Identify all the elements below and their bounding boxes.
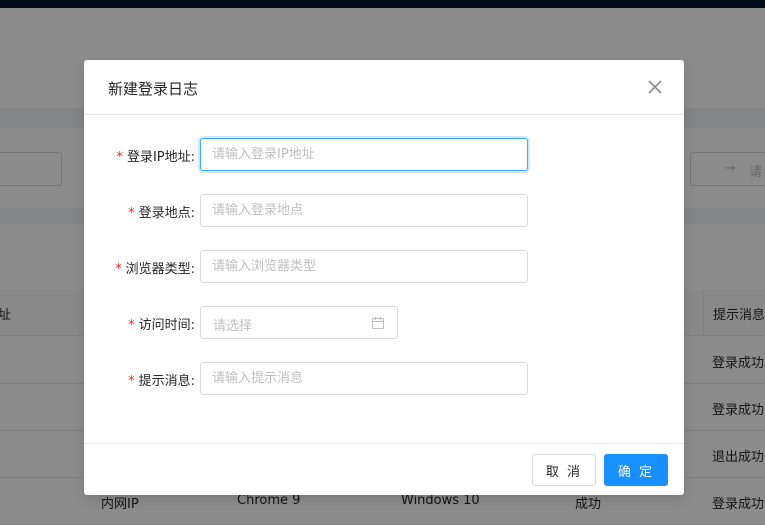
prompt-message-input[interactable] xyxy=(200,362,528,395)
browser-type-input[interactable] xyxy=(200,250,528,283)
close-icon xyxy=(648,80,662,94)
form-item-ip: * 登录IP地址: xyxy=(84,138,684,171)
required-mark: * xyxy=(128,206,135,221)
calendar-icon xyxy=(371,317,385,330)
date-placeholder: 请选择 xyxy=(213,319,253,334)
field-label-text: 登录IP地址: xyxy=(126,150,195,165)
field-label-text: 浏览器类型: xyxy=(125,262,195,277)
form-item-access-time: * 访问时间: 请选择 xyxy=(84,306,684,339)
access-time-picker[interactable]: 请选择 xyxy=(200,306,398,339)
create-login-log-modal: 新建登录日志 *登录IP地址: *登录地点: *浏览器类型: *访问时间: xyxy=(84,60,684,495)
field-label-ip: * 登录IP地址: xyxy=(116,146,195,165)
form-item-browser: * 浏览器类型: xyxy=(84,250,684,283)
field-label-access-time: * 访问时间: xyxy=(128,314,195,333)
form-item-location: * 登录地点: xyxy=(84,194,684,227)
required-mark: * xyxy=(115,262,122,277)
login-location-input[interactable] xyxy=(200,194,528,227)
required-mark: * xyxy=(128,318,135,333)
form-item-message: * 提示消息: xyxy=(84,362,684,395)
field-label-text: 访问时间: xyxy=(138,318,195,333)
close-button[interactable] xyxy=(644,76,666,98)
field-label-location: * 登录地点: xyxy=(128,202,195,221)
required-mark: * xyxy=(128,374,135,389)
field-label-text: 提示消息: xyxy=(138,374,195,389)
field-label-browser: * 浏览器类型: xyxy=(115,258,195,277)
login-ip-input[interactable] xyxy=(200,138,528,171)
confirm-button[interactable]: 确 定 xyxy=(604,454,668,486)
modal-title: 新建登录日志 xyxy=(108,80,199,98)
cancel-button[interactable]: 取 消 xyxy=(532,454,596,486)
field-label-message: * 提示消息: xyxy=(128,370,195,389)
modal-header: 新建登录日志 xyxy=(84,60,684,115)
required-mark: * xyxy=(116,150,123,165)
modal-footer: 取 消 确 定 xyxy=(84,443,684,495)
field-label-text: 登录地点: xyxy=(138,206,195,221)
